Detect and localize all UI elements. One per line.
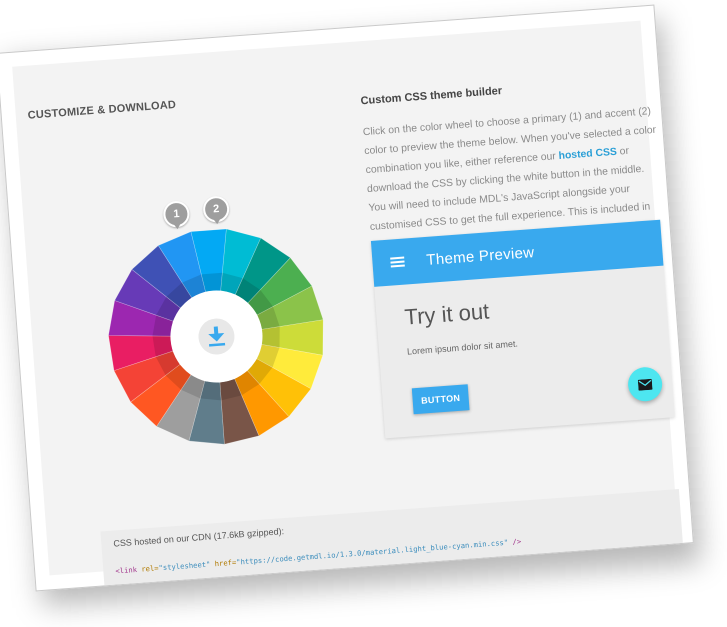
card-content: CUSTOMIZE & DOWNLOAD 1 2 Custom CSS them… bbox=[12, 20, 684, 592]
section-title: CUSTOMIZE & DOWNLOAD bbox=[27, 98, 177, 122]
menu-icon[interactable] bbox=[390, 256, 405, 268]
code-tag-close: /> bbox=[507, 536, 522, 547]
cdn-label: CSS hosted on our CDN (17.6kB gzipped): bbox=[113, 526, 285, 549]
accent-pin-label: 2 bbox=[212, 202, 220, 216]
customize-card: CUSTOMIZE & DOWNLOAD 1 2 Custom CSS them… bbox=[0, 4, 694, 592]
preview-heading: Try it out bbox=[403, 298, 491, 330]
mail-icon bbox=[637, 378, 653, 391]
builder-title: Custom CSS theme builder bbox=[360, 84, 503, 108]
preview-title: Theme Preview bbox=[425, 243, 535, 269]
accent-pin: 2 bbox=[202, 195, 231, 224]
preview-button[interactable]: BUTTON bbox=[411, 384, 470, 415]
color-wheel-container: 1 2 bbox=[96, 185, 334, 450]
code-rel-attr: rel= bbox=[140, 563, 159, 574]
theme-preview: Theme Preview Try it out Lorem ipsum dol… bbox=[370, 219, 675, 439]
preview-lorem: Lorem ipsum dolor sit amet. bbox=[406, 338, 519, 357]
primary-pin-label: 1 bbox=[172, 207, 180, 221]
code-rel-value: "stylesheet" bbox=[158, 559, 215, 573]
hosted-css-link[interactable]: hosted CSS bbox=[558, 147, 617, 162]
primary-pin: 1 bbox=[162, 200, 191, 229]
color-wheel[interactable] bbox=[99, 219, 335, 455]
preview-fab[interactable] bbox=[626, 366, 664, 403]
code-tag-open: <link bbox=[115, 564, 142, 576]
code-href-attr: href= bbox=[214, 557, 237, 569]
